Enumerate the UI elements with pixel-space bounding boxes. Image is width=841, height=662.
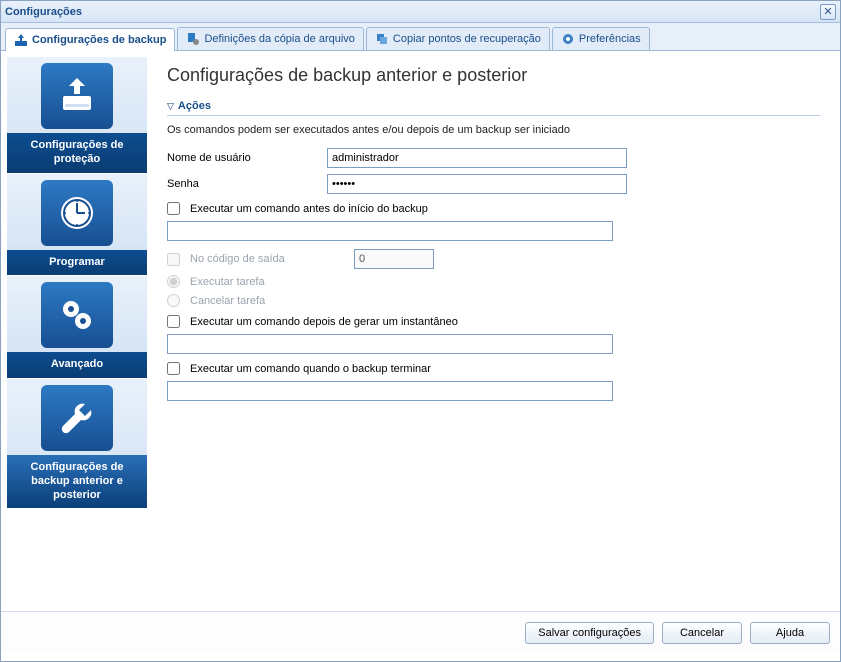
content: Configurações de backup anterior e poste… [147,57,834,605]
run-after-snapshot-row: Executar um comando depois de gerar um i… [167,315,820,328]
tab-preferences[interactable]: Preferências [552,27,650,50]
sidebar-item-schedule[interactable]: Programar [7,174,147,277]
username-field[interactable] [327,148,627,168]
run-task-radio [167,275,180,288]
username-row: Nome de usuário [167,148,820,168]
sidebar-item-prepost[interactable]: Configurações de backup anterior e poste… [7,379,147,509]
section-description: Os comandos podem ser executados antes e… [167,124,820,136]
tabstrip: Configurações de backup Definições da có… [1,23,840,51]
sidebar-item-protection[interactable]: Configurações de proteção [7,57,147,174]
cancel-task-row: Cancelar tarefa [167,294,820,307]
cancel-task-radio [167,294,180,307]
password-label: Senha [167,178,327,190]
sidebar-item-label: Configurações de backup anterior e poste… [7,455,147,508]
section-header[interactable]: ▽ Ações [167,100,820,116]
sidebar: Configurações de proteção Programar Avan… [7,57,147,605]
workarea: Configurações de proteção Programar Avan… [1,51,840,611]
run-after-snapshot-checkbox[interactable] [167,315,180,328]
copy-icon [375,32,389,46]
run-after-snapshot-label: Executar um comando depois de gerar um i… [190,316,458,328]
save-button[interactable]: Salvar configurações [525,622,654,644]
exit-code-field [354,249,434,269]
run-after-backup-row: Executar um comando quando o backup term… [167,362,820,375]
tab-file-copy[interactable]: Definições da cópia de arquivo [177,27,363,50]
exit-code-row: No código de saída [167,249,820,269]
disk-download-icon [14,33,28,47]
gear-icon [561,32,575,46]
close-icon: ✕ [823,5,832,18]
cancel-task-label: Cancelar tarefa [190,295,265,307]
section-title: Ações [178,100,211,112]
tab-backup-settings[interactable]: Configurações de backup [5,28,175,51]
run-before-label: Executar um comando antes do início do b… [190,203,428,215]
tab-label: Configurações de backup [32,34,166,46]
tab-label: Definições da cópia de arquivo [204,33,354,45]
run-after-backup-checkbox[interactable] [167,362,180,375]
tab-label: Preferências [579,33,641,45]
file-gear-icon [186,32,200,46]
run-task-row: Executar tarefa [167,275,820,288]
password-row: Senha [167,174,820,194]
username-label: Nome de usuário [167,152,327,164]
wrench-icon [41,385,113,451]
close-button[interactable]: ✕ [820,4,836,20]
after-backup-command-field[interactable] [167,381,613,401]
protection-icon [41,63,113,129]
window-title: Configurações [5,6,82,18]
tab-label: Copiar pontos de recuperação [393,33,541,45]
sidebar-item-advanced[interactable]: Avançado [7,276,147,379]
run-before-row: Executar um comando antes do início do b… [167,202,820,215]
cancel-button[interactable]: Cancelar [662,622,742,644]
after-snapshot-command-field[interactable] [167,334,613,354]
before-command-field[interactable] [167,221,613,241]
page-title: Configurações de backup anterior e poste… [167,65,820,86]
clock-icon [41,180,113,246]
run-task-label: Executar tarefa [190,276,265,288]
collapse-toggle-icon: ▽ [167,101,174,112]
gears-icon [41,282,113,348]
help-button[interactable]: Ajuda [750,622,830,644]
titlebar: Configurações ✕ [1,1,840,23]
run-after-backup-label: Executar um comando quando o backup term… [190,363,431,375]
sidebar-item-label: Programar [7,250,147,276]
sidebar-item-label: Avançado [7,352,147,378]
exit-code-label: No código de saída [190,253,344,265]
password-field[interactable] [327,174,627,194]
footer: Salvar configurações Cancelar Ajuda [1,611,840,653]
run-before-checkbox[interactable] [167,202,180,215]
exit-code-checkbox [167,253,180,266]
tab-recovery-points[interactable]: Copiar pontos de recuperação [366,27,550,50]
sidebar-item-label: Configurações de proteção [7,133,147,173]
